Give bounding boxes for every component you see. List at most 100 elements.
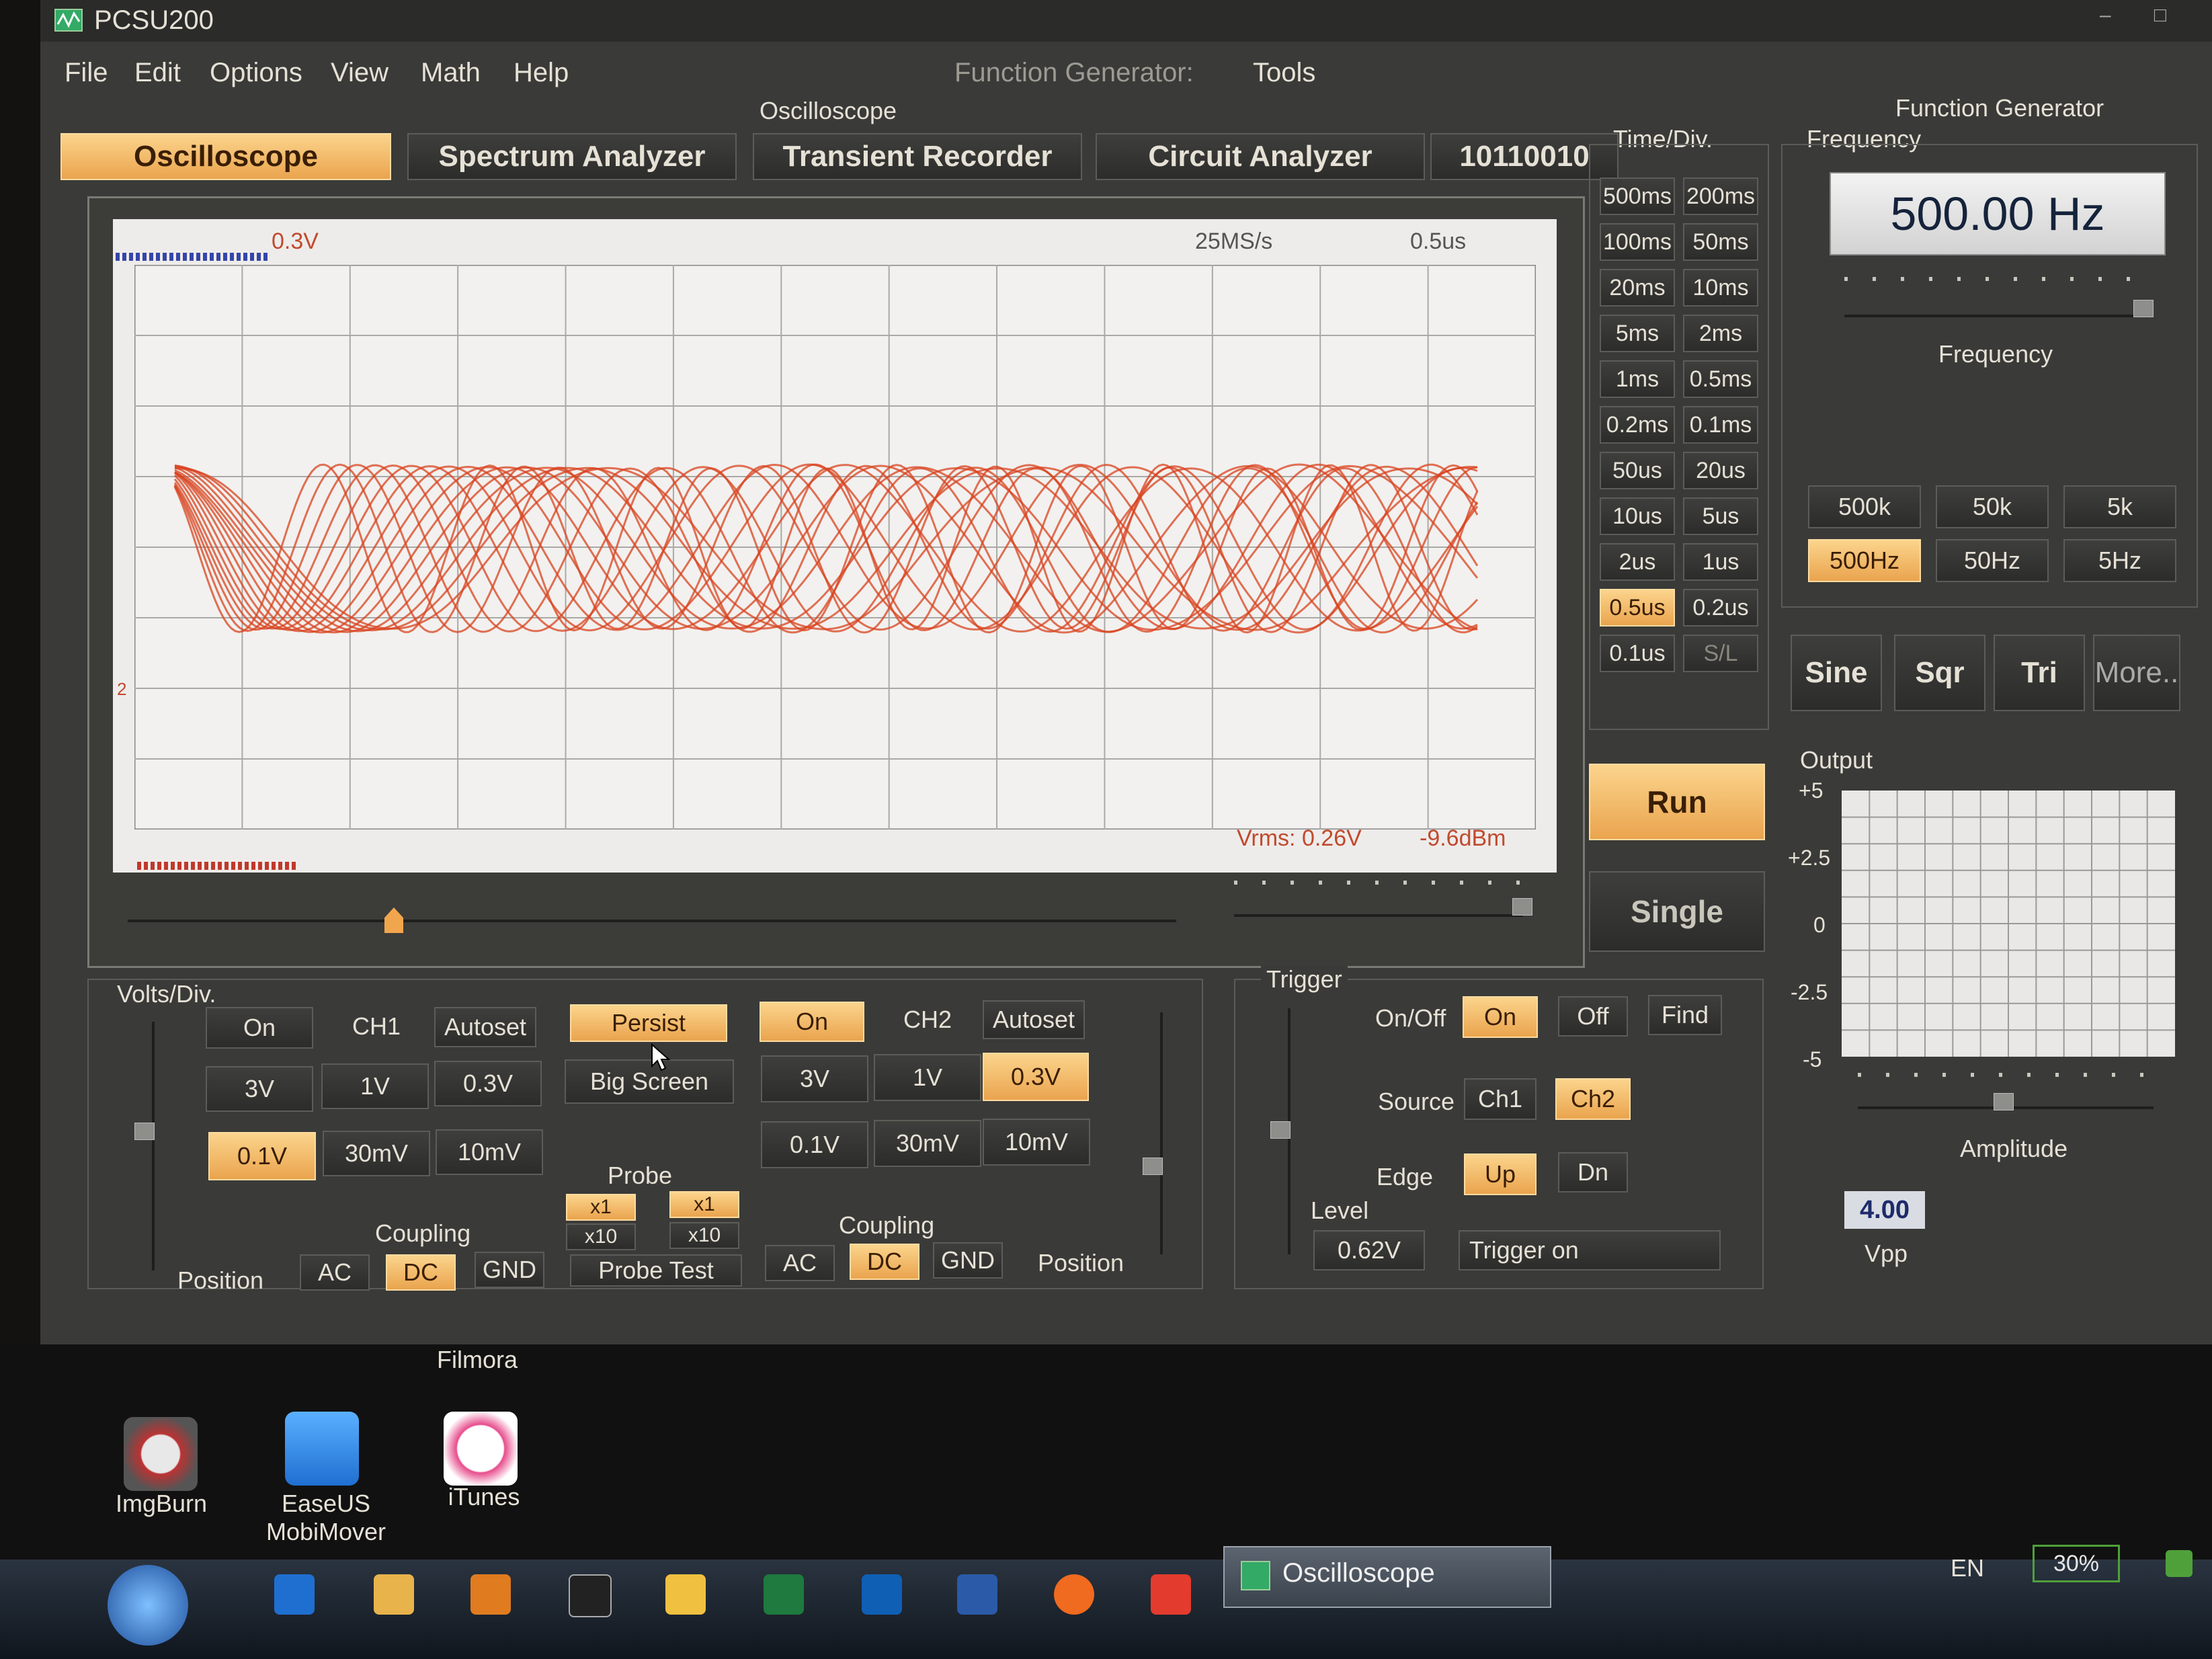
range-500hz-button[interactable]: 500Hz — [1808, 539, 1921, 582]
ch2-3v-button[interactable]: 3V — [761, 1055, 868, 1102]
trigger-on-button[interactable]: On — [1463, 996, 1538, 1038]
ch2-coupling-ac-button[interactable]: AC — [765, 1245, 835, 1281]
firefox-icon[interactable] — [1054, 1574, 1094, 1615]
wave-sine-button[interactable]: Sine — [1791, 635, 1882, 711]
range-5k-button[interactable]: 5k — [2063, 485, 2176, 528]
time-div-0-1us-button[interactable]: 0.1us — [1600, 635, 1675, 672]
range-50hz-button[interactable]: 50Hz — [1936, 539, 2049, 582]
vivaldi-icon[interactable] — [1151, 1574, 1191, 1615]
ch1-probe-x1-button[interactable]: x1 — [566, 1194, 636, 1221]
ch2-probe-x10-button[interactable]: x10 — [669, 1222, 739, 1249]
imgburn-label[interactable]: ImgBurn — [94, 1490, 229, 1518]
range-50k-button[interactable]: 50k — [1936, 485, 2049, 528]
time-div-100ms-button[interactable]: 100ms — [1600, 223, 1675, 261]
word-icon[interactable] — [957, 1574, 997, 1615]
itunes-label[interactable]: iTunes — [417, 1483, 551, 1511]
time-div-50us-button[interactable]: 50us — [1600, 452, 1675, 489]
time-div-10ms-button[interactable]: 10ms — [1683, 269, 1758, 307]
time-div-0-5us-button[interactable]: 0.5us — [1600, 589, 1675, 626]
menu-file[interactable]: File — [65, 58, 108, 88]
run-button[interactable]: Run — [1589, 764, 1765, 840]
big-screen-button[interactable]: Big Screen — [565, 1059, 734, 1104]
window-controls[interactable]: – □ — [2100, 4, 2185, 27]
trigger-edge-dn-button[interactable]: Dn — [1558, 1152, 1628, 1192]
zoom-slider[interactable] — [1512, 898, 1532, 916]
time-div-200ms-button[interactable]: 200ms — [1683, 177, 1758, 215]
tab-transient-recorder[interactable]: Transient Recorder — [753, 133, 1082, 180]
wave-square-button[interactable]: Sqr — [1894, 635, 1985, 711]
time-div-5us-button[interactable]: 5us — [1683, 497, 1758, 535]
media-player-icon[interactable] — [470, 1574, 511, 1615]
ch1-position-slider[interactable] — [134, 1123, 155, 1140]
itunes-icon[interactable] — [444, 1412, 518, 1486]
ch2-1v-button[interactable]: 1V — [874, 1054, 981, 1101]
ch2-0-3v-button[interactable]: 0.3V — [983, 1053, 1089, 1101]
taskbar-oscilloscope-button[interactable]: Oscilloscope — [1223, 1546, 1551, 1608]
ch2-coupling-gnd-button[interactable]: GND — [933, 1242, 1003, 1279]
ch2-10mv-button[interactable]: 10mV — [983, 1119, 1090, 1166]
menu-tools[interactable]: Tools — [1253, 58, 1315, 88]
menu-view[interactable]: View — [331, 58, 388, 88]
imgburn-icon[interactable] — [124, 1417, 198, 1491]
start-button[interactable] — [108, 1565, 188, 1646]
menu-function-generator[interactable]: Function Generator: — [954, 58, 1194, 88]
time-div-0-5ms-button[interactable]: 0.5ms — [1683, 360, 1758, 398]
menu-options[interactable]: Options — [210, 58, 302, 88]
probe-test-button[interactable]: Probe Test — [570, 1254, 742, 1287]
time-div-20us-button[interactable]: 20us — [1683, 452, 1758, 489]
time-div-5ms-button[interactable]: 5ms — [1600, 315, 1675, 352]
menu-edit[interactable]: Edit — [134, 58, 181, 88]
time-div-s-l-button[interactable]: S/L — [1683, 635, 1758, 672]
ch1-autoset-button[interactable]: Autoset — [434, 1007, 536, 1047]
network-tool-icon[interactable] — [665, 1574, 706, 1615]
time-div-0-1ms-button[interactable]: 0.1ms — [1683, 406, 1758, 444]
trigger-source-ch1-button[interactable]: Ch1 — [1464, 1078, 1537, 1120]
tab-oscilloscope[interactable]: Oscilloscope — [60, 133, 391, 180]
tab-circuit-analyzer[interactable]: Circuit Analyzer — [1096, 133, 1425, 180]
ch2-coupling-dc-button[interactable]: DC — [850, 1244, 919, 1280]
ch2-30mv-button[interactable]: 30mV — [874, 1120, 981, 1167]
range-5hz-button[interactable]: 5Hz — [2063, 539, 2176, 582]
ch1-30mv-button[interactable]: 30mV — [323, 1131, 430, 1176]
time-div-10us-button[interactable]: 10us — [1600, 497, 1675, 535]
time-div-2ms-button[interactable]: 2ms — [1683, 315, 1758, 352]
battery-indicator[interactable]: 30% — [2033, 1545, 2120, 1582]
range-500k-button[interactable]: 500k — [1808, 485, 1921, 528]
ch1-coupling-gnd-button[interactable]: GND — [475, 1252, 544, 1288]
ch1-coupling-ac-button[interactable]: AC — [300, 1254, 370, 1291]
trigger-source-ch2-button[interactable]: Ch2 — [1555, 1078, 1631, 1120]
ch1-0-1v-button[interactable]: 0.1V — [208, 1132, 316, 1180]
frequency-slider[interactable] — [2133, 300, 2154, 317]
wave-triangle-button[interactable]: Tri — [1994, 635, 2085, 711]
outlook-icon[interactable] — [862, 1574, 902, 1615]
time-div-0-2us-button[interactable]: 0.2us — [1683, 589, 1758, 626]
ch1-on-button[interactable]: On — [206, 1007, 313, 1049]
ch2-on-button[interactable]: On — [760, 1002, 864, 1042]
language-indicator[interactable]: EN — [1951, 1554, 1984, 1582]
ch2-position-slider[interactable] — [1143, 1158, 1163, 1175]
ch2-0-1v-button[interactable]: 0.1V — [761, 1121, 868, 1168]
ch2-autoset-button[interactable]: Autoset — [983, 1000, 1085, 1039]
easeus-mobimover-label[interactable]: EaseUS MobiMover — [249, 1490, 403, 1546]
menu-help[interactable]: Help — [514, 58, 569, 88]
tab-spectrum-analyzer[interactable]: Spectrum Analyzer — [407, 133, 737, 180]
menu-math[interactable]: Math — [421, 58, 481, 88]
persist-button[interactable]: Persist — [570, 1004, 727, 1042]
time-div-500ms-button[interactable]: 500ms — [1600, 177, 1675, 215]
ch1-1v-button[interactable]: 1V — [321, 1063, 429, 1109]
wave-more-button[interactable]: More.. — [2093, 635, 2180, 711]
ch1-10mv-button[interactable]: 10mV — [436, 1129, 543, 1175]
ch1-0-3v-button[interactable]: 0.3V — [434, 1061, 542, 1106]
time-div-2us-button[interactable]: 2us — [1600, 543, 1675, 581]
easeus-mobimover-icon[interactable] — [285, 1412, 359, 1486]
amplitude-value[interactable]: 4.00 — [1844, 1191, 1925, 1229]
amplitude-slider[interactable] — [1994, 1093, 2014, 1110]
single-button[interactable]: Single — [1589, 871, 1765, 952]
ch1-coupling-dc-button[interactable]: DC — [386, 1254, 456, 1291]
ch2-probe-x1-button[interactable]: x1 — [669, 1191, 739, 1218]
trigger-level-value[interactable]: 0.62V — [1313, 1230, 1425, 1270]
time-div-1us-button[interactable]: 1us — [1683, 543, 1758, 581]
internet-explorer-icon[interactable] — [274, 1574, 315, 1615]
trigger-level-slider[interactable] — [1270, 1121, 1291, 1139]
time-div-20ms-button[interactable]: 20ms — [1600, 269, 1675, 307]
